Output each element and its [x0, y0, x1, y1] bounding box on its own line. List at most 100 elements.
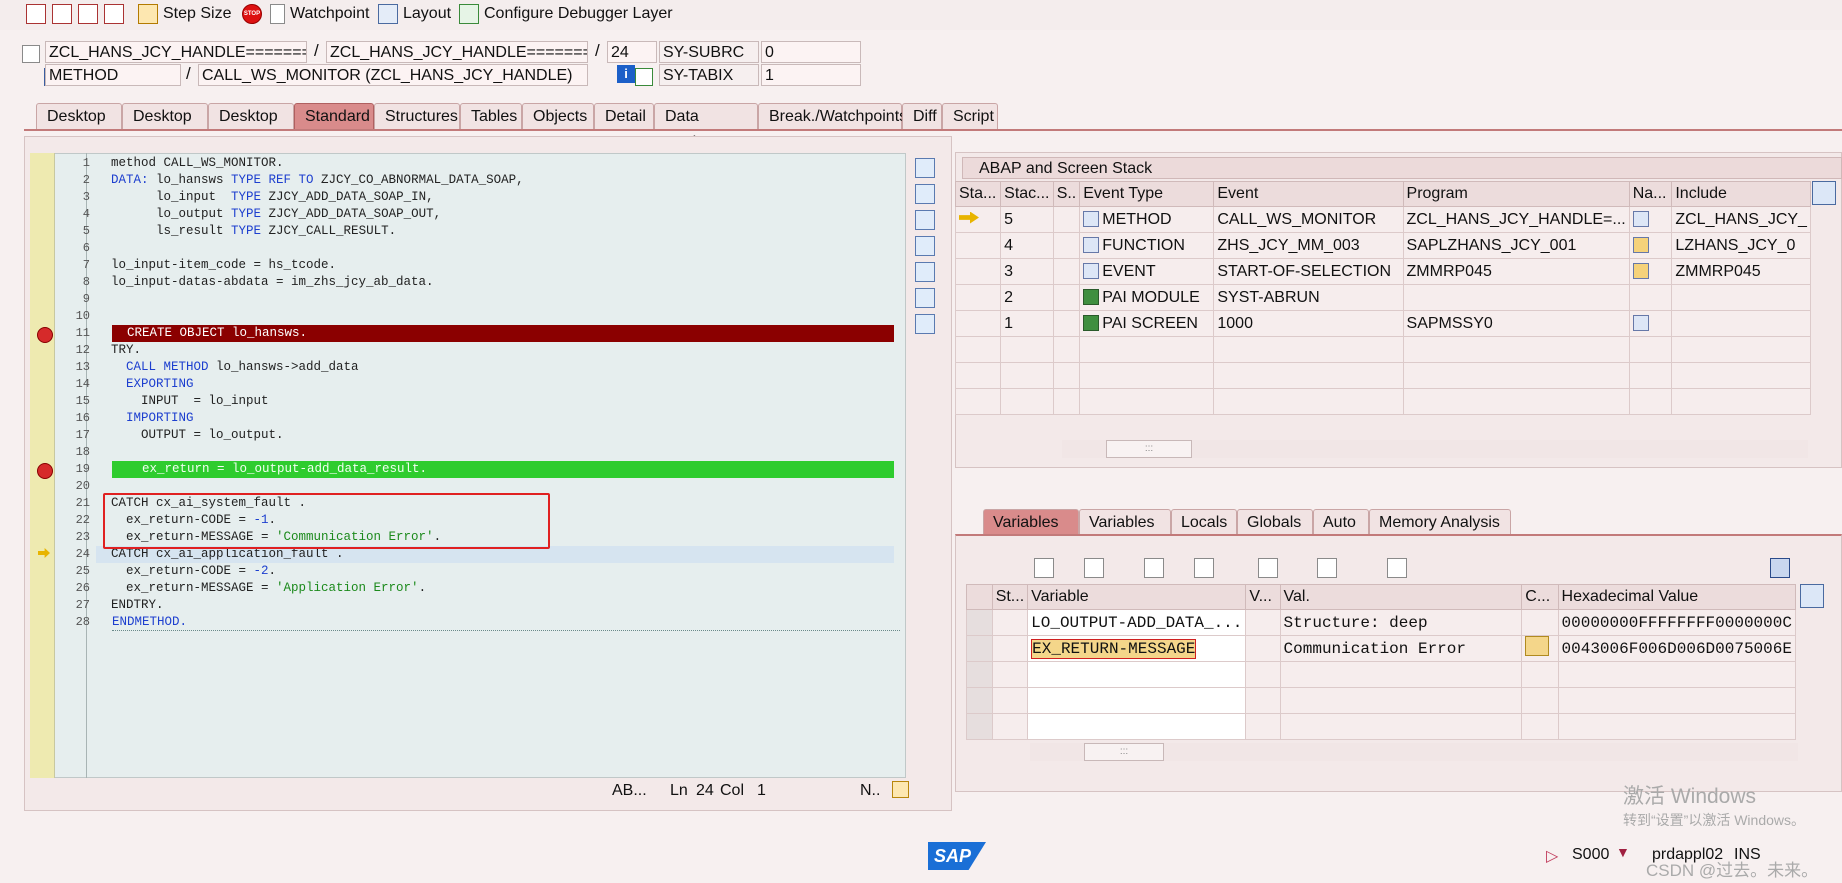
services-icon[interactable]	[915, 288, 935, 308]
delete-icon[interactable]	[1033, 558, 1054, 578]
tab-script[interactable]: Script	[942, 103, 998, 129]
col-header[interactable]: Na...	[1628, 181, 1673, 207]
variable-hex: 0043006F006D006D0075006E	[1557, 635, 1797, 662]
return-icon[interactable]	[78, 2, 98, 26]
variables-horizontal-scrollbar[interactable]: :::	[1030, 743, 1798, 761]
settings-icon[interactable]	[915, 314, 935, 334]
filter-icon[interactable]	[1386, 558, 1407, 578]
step-over-icon[interactable]	[52, 2, 72, 26]
step-size-icon	[138, 4, 158, 24]
dropdown-icon[interactable]: ▼	[1616, 844, 1630, 860]
table-row[interactable]: EX_RETURN-MESSAGE Communication Error 00…	[966, 635, 1797, 662]
table-row[interactable]: 4 FUNCTION ZHS_JCY_MM_003 SAPLZHANS_JCY_…	[954, 232, 1811, 259]
configure-debugger-button[interactable]: Configure Debugger Layer	[459, 2, 673, 26]
tab-desktop-2[interactable]: Desktop 2	[122, 103, 208, 151]
scroll-thumb[interactable]: :::	[1106, 440, 1192, 458]
insert-icon[interactable]	[1083, 558, 1104, 578]
line-field[interactable]: 24	[607, 41, 657, 63]
play-icon[interactable]: ▷	[1546, 846, 1558, 866]
table-row[interactable]: LO_OUTPUT-ADD_DATA_... Structure: deep 0…	[966, 609, 1797, 636]
tab-variables-2[interactable]: Variables 2	[1079, 509, 1171, 557]
stack-horizontal-scrollbar[interactable]: :::	[1062, 440, 1808, 458]
transfer-icon[interactable]	[1317, 558, 1338, 578]
tab-objects[interactable]: Objects	[522, 103, 594, 129]
maximize-icon[interactable]	[915, 236, 935, 256]
navigate-icon[interactable]	[635, 68, 654, 86]
tab-data-explorer[interactable]: Data Explorer	[654, 103, 758, 151]
session-breakpoint-icon[interactable]	[37, 327, 53, 343]
resize-icon[interactable]	[915, 262, 935, 282]
tab-variables-1[interactable]: Variables 1	[983, 509, 1079, 557]
col-header[interactable]: V...	[1245, 584, 1281, 610]
navigate-source-icon[interactable]	[1632, 211, 1649, 228]
sort-icon[interactable]	[1258, 558, 1279, 578]
notes-icon[interactable]	[892, 781, 909, 798]
table-row[interactable]: 3 EVENT START-OF-SELECTION ZMMRP045 ZMMR…	[954, 258, 1811, 285]
tab-memory-analysis[interactable]: Memory Analysis	[1369, 509, 1511, 535]
info-icon[interactable]: i	[617, 65, 635, 83]
col-header[interactable]: Variable	[1027, 584, 1247, 610]
tab-breakpoints[interactable]: Break./Watchpoints	[758, 103, 907, 129]
tab-standard[interactable]: Standard	[294, 103, 374, 129]
table-row[interactable]: 5 METHOD CALL_WS_MONITOR ZCL_HANS_JCY_HA…	[954, 206, 1811, 233]
col-header[interactable]: St...	[991, 584, 1029, 610]
code-line: lo_input-item_code = hs_tcode.	[96, 258, 337, 272]
tab-globals[interactable]: Globals	[1237, 509, 1313, 535]
tab-desktop-3[interactable]: Desktop 3	[208, 103, 294, 151]
tab-desktop-1[interactable]: Desktop 1	[36, 103, 122, 151]
edit-pencil-icon[interactable]	[1525, 636, 1550, 656]
variables-settings-icon[interactable]	[1800, 584, 1824, 608]
col-header[interactable]: C...	[1521, 584, 1559, 610]
col-header[interactable]: Event	[1213, 181, 1404, 207]
table-row[interactable]: 1 PAI SCREEN 1000 SAPMSSY0	[954, 310, 1811, 337]
col-header[interactable]: Include	[1671, 181, 1811, 207]
code-line: ex_return-CODE = -2.	[96, 564, 277, 578]
table-row[interactable]: 2 PAI MODULE SYST-ABRUN	[954, 284, 1811, 311]
stack-vertical-scrollbar[interactable]	[1812, 210, 1834, 432]
stop-icon[interactable]: STOP	[242, 2, 262, 26]
layout-button[interactable]: Layout	[378, 2, 451, 26]
breakpoint-icon[interactable]	[37, 463, 53, 479]
continue-icon[interactable]	[104, 2, 124, 26]
tab-detail[interactable]: Detail	[594, 103, 654, 129]
tab-locals[interactable]: Locals	[1171, 509, 1237, 535]
code-line: ls_result TYPE ZJCY_CALL_RESULT.	[96, 224, 397, 238]
tab-diff[interactable]: Diff	[902, 103, 942, 129]
watchpoint-button[interactable]: Watchpoint	[270, 2, 369, 26]
variable-name[interactable]: LO_OUTPUT-ADD_DATA_...	[1027, 609, 1247, 636]
navigate-source-icon[interactable]	[1632, 263, 1649, 280]
code-line: TRY.	[96, 343, 142, 357]
new-tool-icon[interactable]	[915, 184, 935, 204]
step-into-icon[interactable]	[26, 2, 46, 26]
col-header[interactable]: Val.	[1279, 584, 1523, 610]
col-header[interactable]: Hexadecimal Value	[1557, 584, 1797, 610]
tab-structures[interactable]: Structures	[374, 103, 460, 129]
col-header[interactable]: Stac...	[1000, 181, 1054, 207]
table-settings-icon[interactable]	[1812, 181, 1836, 205]
code-line: IMPORTING	[96, 411, 194, 425]
tab-tables[interactable]: Tables	[460, 103, 522, 129]
col-header[interactable]: Event Type	[1079, 181, 1215, 207]
code-line: lo_input TYPE ZJCY_ADD_DATA_SOAP_IN,	[96, 190, 434, 204]
csdn-watermark: CSDN @过去。未来。	[1646, 861, 1819, 880]
swap-tool-icon[interactable]	[915, 210, 935, 230]
variable-name-selected[interactable]: EX_RETURN-MESSAGE	[1031, 638, 1197, 659]
close-editor-icon[interactable]	[915, 158, 935, 178]
col-header[interactable]: Sta...	[954, 181, 1002, 207]
document-icon	[270, 4, 285, 24]
navigate-source-icon[interactable]	[1632, 315, 1649, 332]
variables-vertical-scrollbar[interactable]	[1802, 612, 1824, 732]
tab-auto[interactable]: Auto	[1313, 509, 1369, 535]
append-icon[interactable]	[1143, 558, 1164, 578]
program-field[interactable]: ZCL_HANS_JCY_HANDLE==========...	[45, 41, 307, 63]
event-type-field[interactable]: METHOD	[45, 64, 181, 86]
col-header[interactable]: S..	[1052, 181, 1081, 207]
include-field[interactable]: ZCL_HANS_JCY_HANDLE==========...	[326, 41, 588, 63]
col-header[interactable]: Program	[1402, 181, 1630, 207]
remove-row-icon[interactable]	[1194, 558, 1215, 578]
navigate-source-icon[interactable]	[1632, 237, 1649, 254]
scroll-thumb[interactable]: :::	[1084, 743, 1164, 761]
event-field[interactable]: CALL_WS_MONITOR (ZCL_HANS_JCY_HANDLE)	[198, 64, 588, 86]
step-size-button[interactable]: Step Size	[138, 2, 231, 26]
save-icon[interactable]	[1769, 558, 1790, 578]
